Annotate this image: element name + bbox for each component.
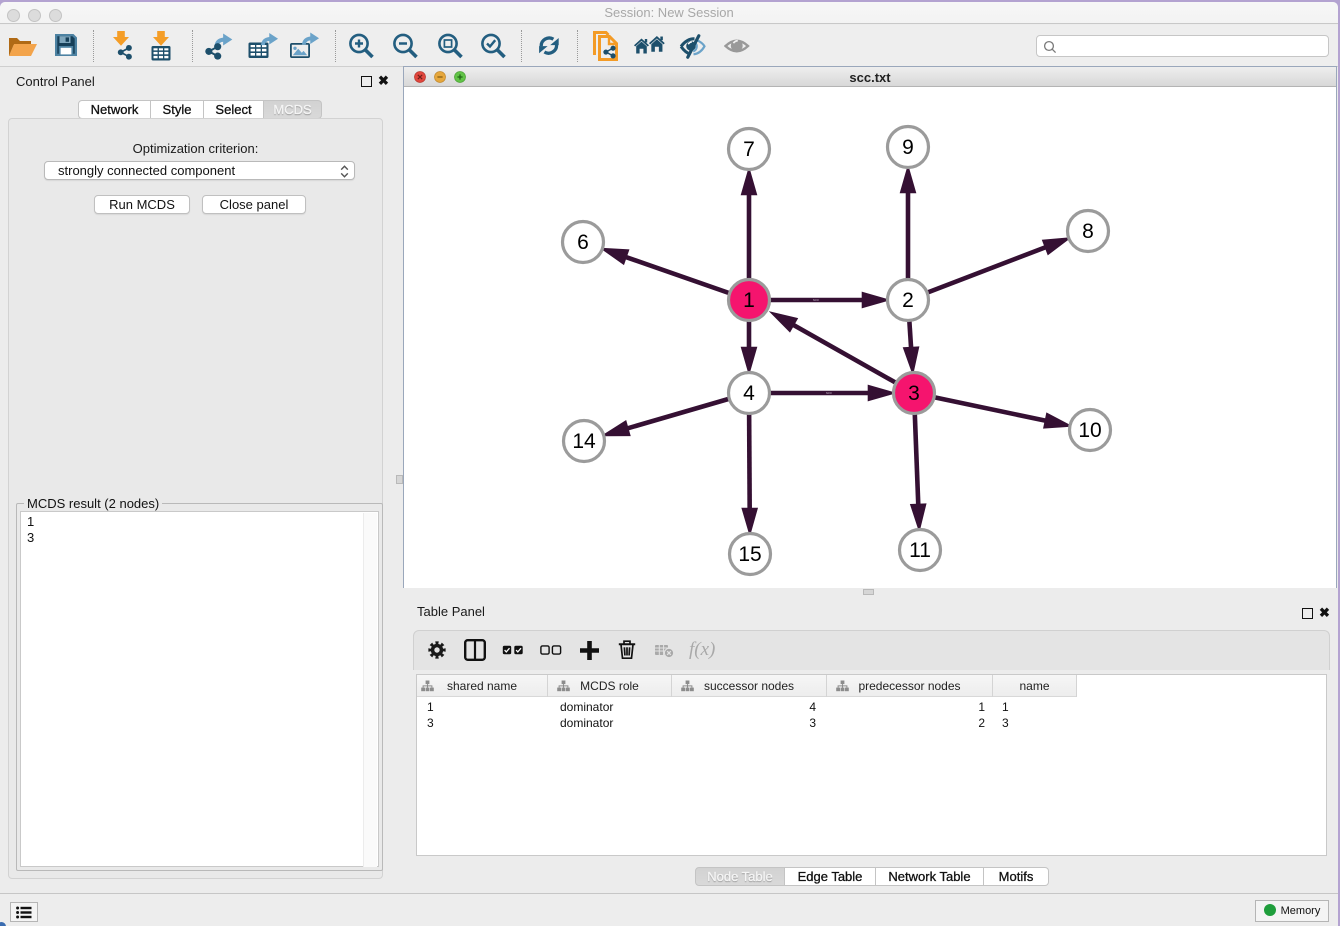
svg-text:scc: scc — [826, 390, 832, 395]
svg-text:11: 11 — [909, 539, 931, 562]
svg-text:2: 2 — [902, 289, 914, 312]
svg-text:1: 1 — [743, 289, 755, 312]
svg-text:9: 9 — [902, 136, 914, 159]
svg-text:6: 6 — [577, 231, 589, 254]
svg-text:15: 15 — [738, 543, 761, 566]
svg-text:14: 14 — [572, 430, 596, 453]
svg-text:10: 10 — [1078, 419, 1101, 442]
svg-text:7: 7 — [743, 138, 755, 161]
svg-text:8: 8 — [1082, 220, 1094, 243]
svg-text:scc: scc — [813, 297, 819, 302]
svg-text:3: 3 — [908, 382, 920, 405]
svg-text:4: 4 — [743, 382, 755, 405]
svg-text:f(x): f(x) — [689, 640, 715, 660]
